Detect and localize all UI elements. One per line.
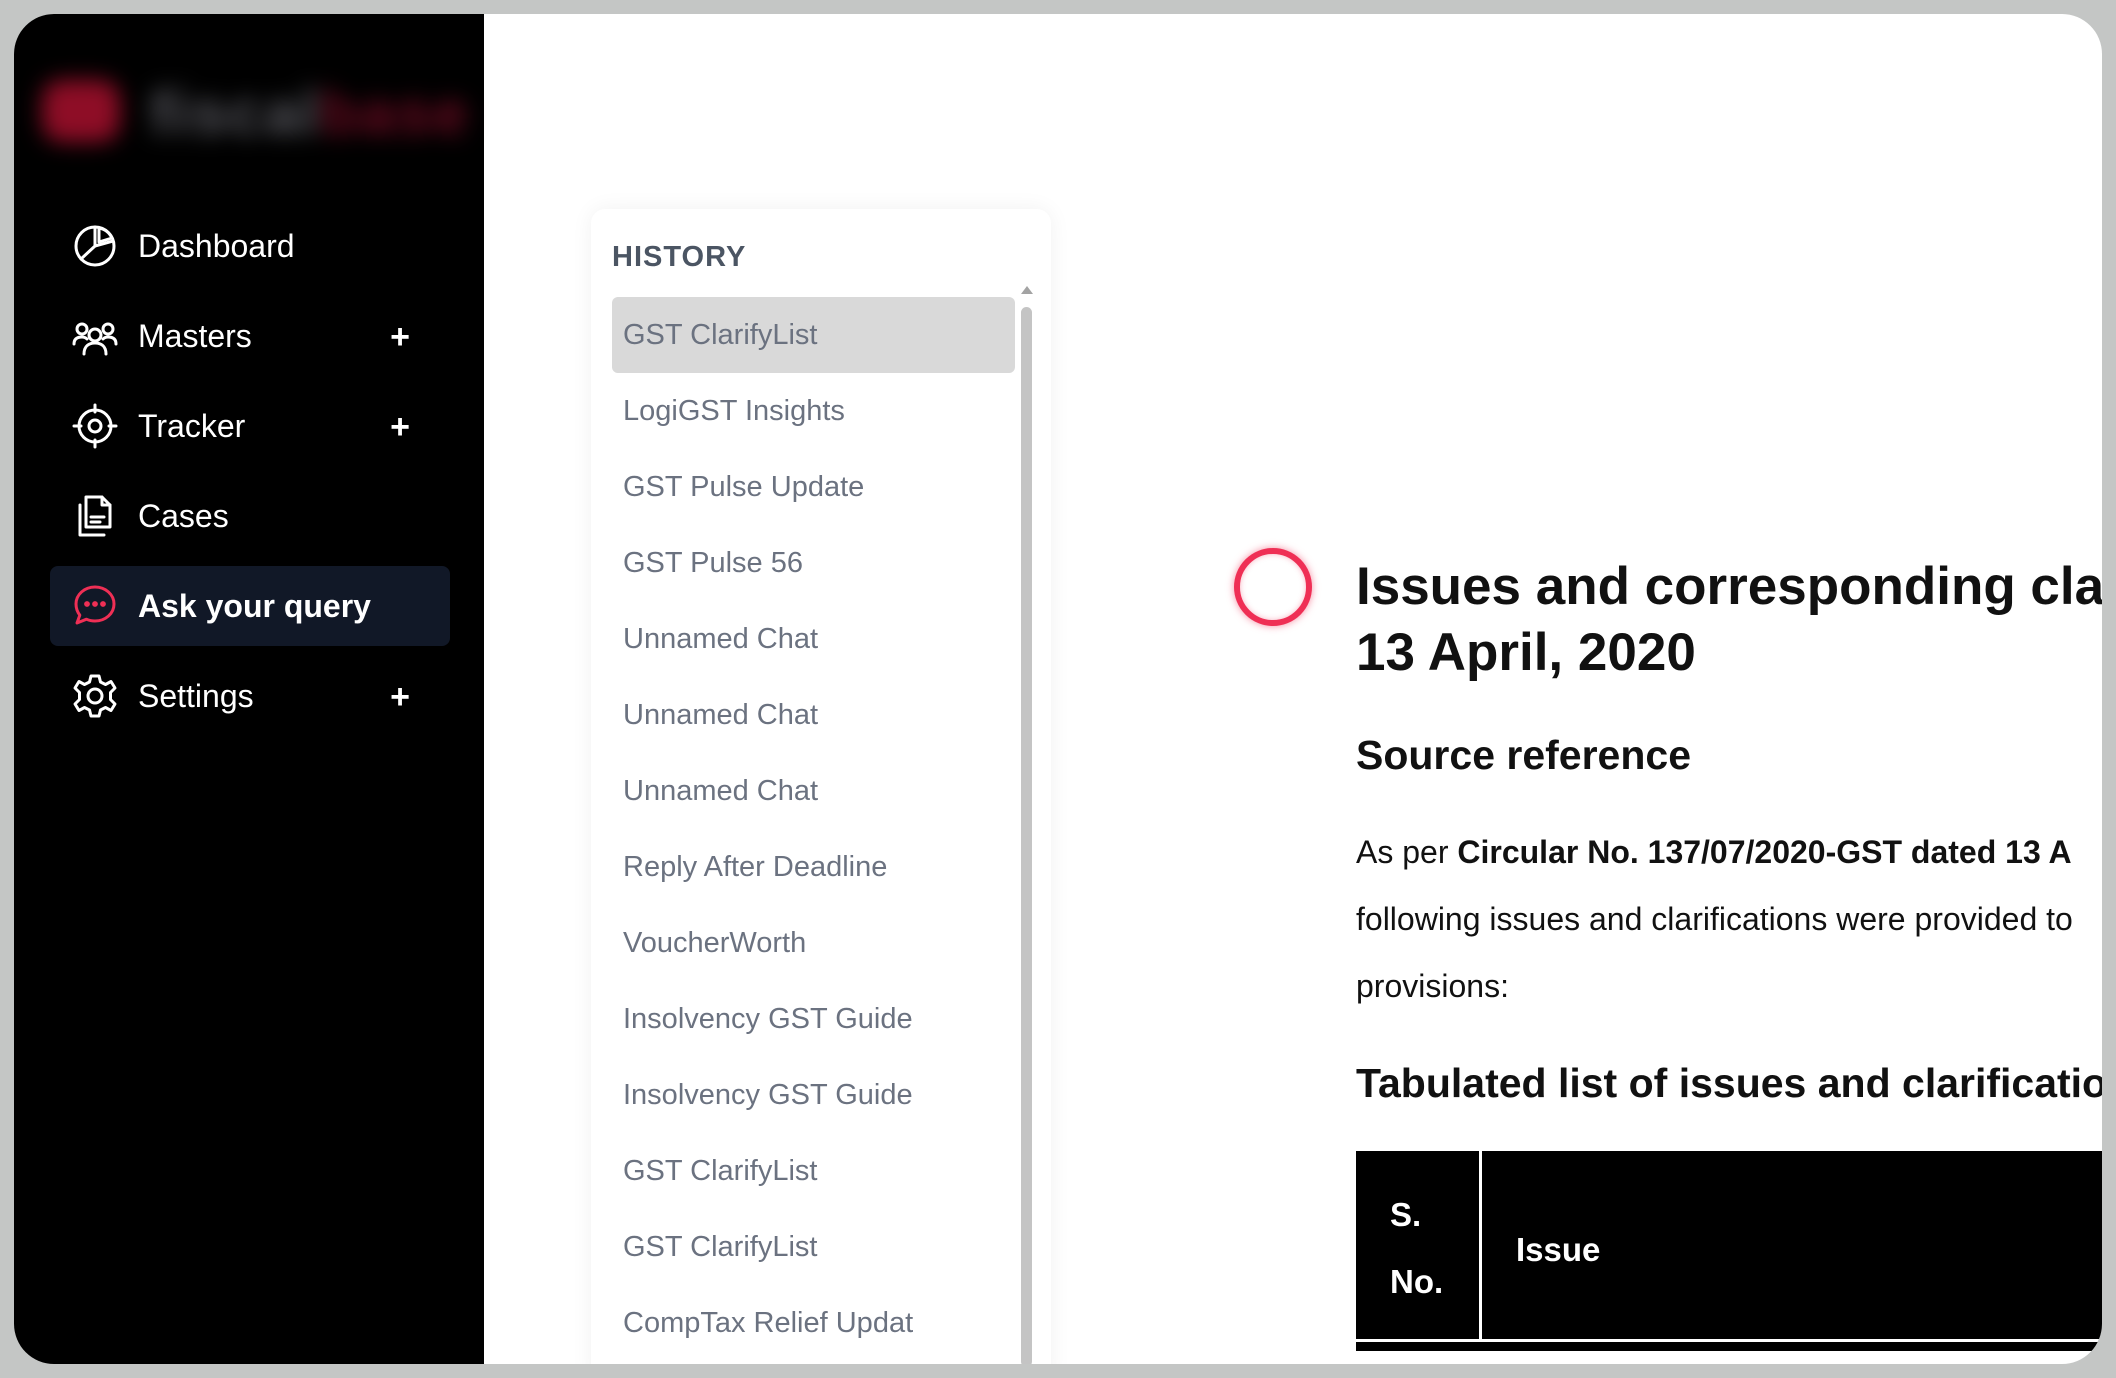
sidebar-item-label: Dashboard bbox=[138, 227, 295, 264]
sidebar: fiscalbase Dashboard Masters + Tracker +… bbox=[14, 14, 484, 1364]
answer-title-line2: 13 April, 2020 bbox=[1356, 623, 1696, 682]
sidebar-item-label: Tracker bbox=[138, 407, 246, 444]
table-heading: Tabulated list of issues and clarificati… bbox=[1356, 1060, 2102, 1106]
recording-indicator[interactable] bbox=[1234, 548, 1312, 626]
paragraph-line2: following issues and clarifications were… bbox=[1356, 901, 2073, 937]
sidebar-item-label: Cases bbox=[138, 497, 229, 534]
crosshair-icon bbox=[72, 403, 118, 449]
document-icon bbox=[72, 493, 118, 539]
history-scrollbar[interactable] bbox=[1021, 307, 1032, 1364]
table-divider bbox=[1356, 1339, 2102, 1342]
history-item[interactable]: GST ClarifyList bbox=[612, 1133, 1015, 1209]
expand-icon[interactable]: + bbox=[390, 318, 410, 357]
answer-title-line1: Issues and corresponding cla bbox=[1356, 557, 2102, 616]
sidebar-item-label: Settings bbox=[138, 677, 254, 714]
history-item[interactable]: Unnamed Chat bbox=[612, 677, 1015, 753]
answer-content: Issues and corresponding cla 13 April, 2… bbox=[1356, 554, 2102, 1364]
sidebar-item-settings[interactable]: Settings + bbox=[50, 656, 450, 736]
scroll-up-arrow-icon[interactable] bbox=[1021, 286, 1033, 294]
source-reference-heading: Source reference bbox=[1356, 732, 1692, 778]
history-item[interactable]: Unnamed Chat bbox=[612, 753, 1015, 829]
paragraph-line1: As per Circular No. 137/07/2020-GST date… bbox=[1356, 819, 2102, 886]
table-header-sno-line1: S. bbox=[1390, 1196, 1422, 1233]
history-list[interactable]: GST ClarifyList LogiGST Insights GST Pul… bbox=[612, 297, 1015, 1361]
history-item[interactable]: Unnamed Chat bbox=[612, 601, 1015, 677]
chat-icon bbox=[72, 583, 118, 629]
history-item[interactable]: GST Pulse 56 bbox=[612, 525, 1015, 601]
sidebar-item-cases[interactable]: Cases bbox=[50, 476, 450, 556]
table-header-sno-line2: No. bbox=[1390, 1263, 1444, 1300]
paragraph-prefix: As per bbox=[1356, 834, 1458, 870]
sidebar-item-tracker[interactable]: Tracker + bbox=[50, 386, 450, 466]
table-header-issue: Issue bbox=[1516, 1231, 1601, 1268]
sidebar-item-label: Masters bbox=[138, 317, 252, 354]
history-item[interactable]: Insolvency GST Guide bbox=[612, 981, 1015, 1057]
users-icon bbox=[72, 313, 118, 359]
history-item[interactable]: LogiGST Insights bbox=[612, 373, 1015, 449]
gear-icon bbox=[72, 673, 118, 719]
sidebar-item-ask-your-query[interactable]: Ask your query bbox=[50, 566, 450, 646]
sidebar-item-masters[interactable]: Masters + bbox=[50, 296, 450, 376]
sidebar-item-dashboard[interactable]: Dashboard bbox=[50, 206, 450, 286]
table-header-sno: S. No. bbox=[1356, 1151, 1482, 1341]
issues-table: S. No. Issue bbox=[1356, 1151, 2102, 1351]
sidebar-item-label: Ask your query bbox=[138, 587, 371, 624]
logo-text: fiscal bbox=[150, 79, 321, 148]
logo-wordmark: fiscalbase bbox=[150, 78, 470, 149]
history-item[interactable]: GST ClarifyList bbox=[612, 1209, 1015, 1285]
pie-chart-icon bbox=[72, 223, 118, 269]
history-item[interactable]: GST Pulse Update bbox=[612, 449, 1015, 525]
history-title: HISTORY bbox=[612, 241, 747, 273]
app-window: fiscalbase Dashboard Masters + Tracker +… bbox=[14, 14, 2102, 1364]
history-item[interactable]: GST ClarifyList bbox=[612, 297, 1015, 373]
expand-icon[interactable]: + bbox=[390, 678, 410, 717]
history-item[interactable]: Insolvency GST Guide bbox=[612, 1057, 1015, 1133]
history-item[interactable]: Reply After Deadline bbox=[612, 829, 1015, 905]
sidebar-nav: Dashboard Masters + Tracker + Cases Ask … bbox=[50, 206, 450, 746]
logo-mark bbox=[42, 80, 120, 142]
history-item[interactable]: VoucherWorth bbox=[612, 905, 1015, 981]
history-panel: HISTORY GST ClarifyList LogiGST Insights… bbox=[591, 209, 1051, 1364]
history-item[interactable]: CompTax Relief Updat bbox=[612, 1285, 1015, 1361]
paragraph-line3: provisions: bbox=[1356, 968, 1509, 1004]
answer-title: Issues and corresponding cla 13 April, 2… bbox=[1356, 554, 2102, 686]
expand-icon[interactable]: + bbox=[390, 408, 410, 447]
brand-logo[interactable]: fiscalbase bbox=[42, 60, 468, 160]
circular-reference: Circular No. 137/07/2020-GST dated 13 A bbox=[1457, 834, 2072, 870]
answer-paragraph: As per Circular No. 137/07/2020-GST date… bbox=[1356, 819, 2102, 1020]
logo-text-accent: base bbox=[320, 79, 470, 148]
